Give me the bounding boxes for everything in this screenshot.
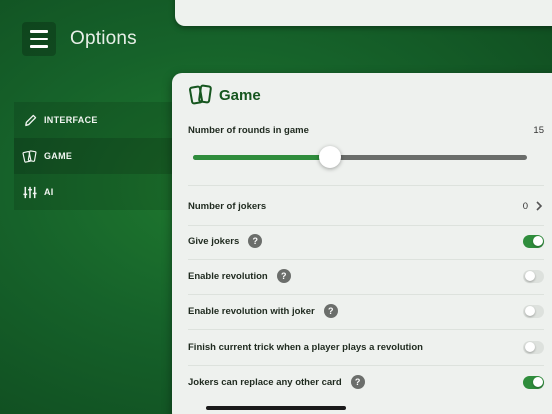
setting-row: Enable revolution? bbox=[188, 267, 544, 285]
home-indicator[interactable] bbox=[206, 406, 346, 410]
revolution-with-joker-toggle[interactable] bbox=[523, 304, 544, 318]
finish-trick-toggle[interactable] bbox=[523, 340, 544, 354]
settings-panel: Game Number of rounds in game 15 Number … bbox=[172, 73, 552, 414]
rounds-value: 15 bbox=[533, 125, 544, 136]
help-icon[interactable]: ? bbox=[350, 375, 365, 389]
menu-button[interactable] bbox=[22, 22, 56, 56]
rounds-label: Number of rounds in game bbox=[188, 125, 309, 136]
jokers-row[interactable]: Number of jokers 0 bbox=[188, 197, 544, 215]
rounds-row: Number of rounds in game 15 bbox=[188, 125, 544, 136]
divider bbox=[188, 185, 544, 186]
sliders-icon bbox=[22, 184, 38, 200]
sidebar-item-label: AI bbox=[44, 187, 54, 197]
sidebar-item-label: INTERFACE bbox=[44, 115, 98, 125]
setting-row: Give jokers? bbox=[188, 232, 544, 250]
background-sheet bbox=[175, 0, 552, 26]
setting-label: Finish current trick when a player plays… bbox=[188, 341, 423, 353]
give-jokers-toggle[interactable] bbox=[523, 234, 544, 248]
cards-icon bbox=[188, 83, 214, 107]
jokers-label: Number of jokers bbox=[188, 200, 267, 212]
hamburger-icon bbox=[30, 30, 48, 33]
pencil-icon bbox=[22, 112, 38, 128]
sidebar-item-label: GAME bbox=[44, 151, 73, 161]
divider bbox=[188, 329, 544, 330]
sidebar: INTERFACE GAME AI bbox=[14, 102, 186, 210]
sidebar-item-interface[interactable]: INTERFACE bbox=[14, 102, 186, 138]
panel-title: Game bbox=[219, 86, 261, 104]
setting-row: Finish current trick when a player plays… bbox=[188, 338, 544, 356]
help-icon[interactable]: ? bbox=[323, 304, 338, 318]
setting-row: Jokers can replace any other card? bbox=[188, 373, 544, 391]
setting-label: Jokers can replace any other card bbox=[188, 376, 342, 388]
sidebar-item-game[interactable]: GAME bbox=[14, 138, 186, 174]
help-icon[interactable]: ? bbox=[276, 269, 291, 283]
cards-icon bbox=[22, 148, 38, 164]
enable-revolution-toggle[interactable] bbox=[523, 269, 544, 283]
divider bbox=[188, 225, 544, 226]
divider bbox=[188, 365, 544, 366]
rounds-slider[interactable] bbox=[193, 146, 527, 168]
panel-header: Game bbox=[188, 83, 261, 107]
jokers-value: 0 bbox=[522, 200, 528, 212]
setting-row: Enable revolution with joker? bbox=[188, 302, 544, 320]
divider bbox=[188, 259, 544, 260]
slider-thumb[interactable] bbox=[318, 146, 341, 168]
help-icon[interactable]: ? bbox=[248, 234, 263, 248]
slider-fill bbox=[193, 155, 330, 160]
setting-label: Enable revolution bbox=[188, 270, 268, 282]
chevron-right-icon bbox=[536, 201, 543, 211]
divider bbox=[188, 294, 544, 295]
page-title: Options bbox=[70, 28, 137, 49]
setting-label: Enable revolution with joker bbox=[188, 305, 315, 317]
setting-label: Give jokers bbox=[188, 235, 240, 247]
sidebar-item-ai[interactable]: AI bbox=[14, 174, 186, 210]
jokers-replace-toggle[interactable] bbox=[523, 375, 544, 389]
